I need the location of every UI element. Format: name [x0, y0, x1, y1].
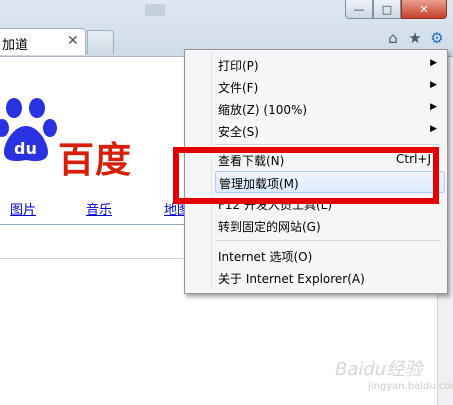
- menu-item-label: 打印(P): [218, 59, 259, 73]
- highlight-annotation-box: [173, 147, 439, 204]
- new-tab-button[interactable]: [87, 30, 114, 54]
- menu-separator: [215, 144, 441, 145]
- baidu-paw-logo-icon: du: [0, 98, 57, 162]
- favorites-star-icon[interactable]: ★: [407, 30, 423, 46]
- menu-item-label: 安全(S): [218, 125, 259, 139]
- menu-item-label: 缩放(Z) (100%): [218, 103, 308, 117]
- menu-item-pinned-sites[interactable]: 转到固定的网站(G): [215, 215, 443, 235]
- command-icons: ⌂ ★ ⚙: [385, 30, 445, 46]
- divider: [0, 258, 190, 259]
- menu-item-zoom[interactable]: 缩放(Z) (100%) ▶: [215, 98, 443, 118]
- menu-item-label: 转到固定的网站(G): [218, 220, 321, 234]
- logo-badge-text: du: [14, 139, 37, 158]
- watermark-url: jingyan.baidu.com: [368, 381, 453, 392]
- menu-item-label: Internet 选项(O): [218, 250, 313, 264]
- minimize-button[interactable]: —: [345, 0, 373, 19]
- nav-link-music[interactable]: 音乐: [86, 199, 112, 218]
- title-fragment: [145, 4, 165, 16]
- menu-separator: [215, 240, 441, 241]
- window-controls: — □ ✕: [345, 0, 447, 19]
- menu-item-label: 文件(F): [218, 81, 259, 95]
- submenu-arrow-icon: ▶: [430, 102, 437, 112]
- watermark-text: Baidu经验: [335, 359, 423, 380]
- submenu-arrow-icon: ▶: [430, 58, 437, 68]
- menu-item-print[interactable]: 打印(P) ▶: [215, 54, 443, 74]
- divider: [0, 224, 190, 225]
- menu-item-about-ie[interactable]: 关于 Internet Explorer(A): [215, 267, 443, 287]
- browser-tab[interactable]: 加道 ✕: [0, 28, 86, 55]
- tab-title: 加道: [2, 38, 29, 53]
- tools-gear-icon[interactable]: ⚙: [429, 30, 445, 46]
- home-icon[interactable]: ⌂: [385, 30, 401, 46]
- maximize-button[interactable]: □: [373, 0, 401, 19]
- submenu-arrow-icon: ▶: [430, 124, 437, 134]
- nav-link-images[interactable]: 图片: [10, 199, 36, 218]
- tab-close-icon[interactable]: ✕: [67, 33, 79, 49]
- menu-item-label: 关于 Internet Explorer(A): [218, 272, 365, 286]
- submenu-arrow-icon: ▶: [430, 80, 437, 90]
- menu-item-file[interactable]: 文件(F) ▶: [215, 76, 443, 96]
- baidu-logo-text: 百度: [58, 140, 133, 181]
- menu-item-internet-options[interactable]: Internet 选项(O): [215, 245, 443, 265]
- close-window-button[interactable]: ✕: [401, 0, 447, 19]
- menu-item-safety[interactable]: 安全(S) ▶: [215, 120, 443, 140]
